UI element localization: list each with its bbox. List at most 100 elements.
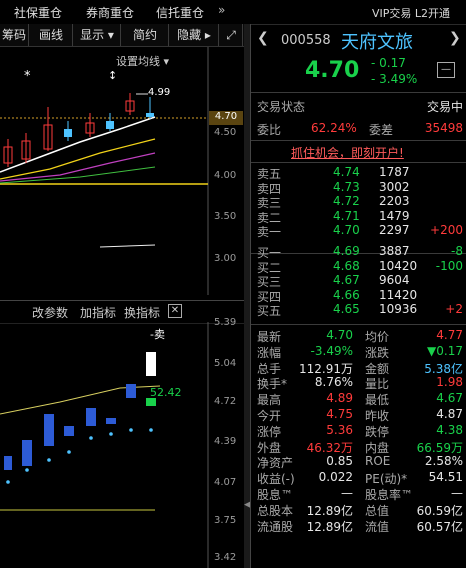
indicator-value-label: 52.42 [150, 386, 182, 399]
axis-label: 4.50 [214, 127, 237, 138]
stat-label: 总股本 [257, 503, 294, 518]
stat-label: 最新 [257, 330, 282, 344]
stat-label: 量比 [365, 377, 390, 392]
stat-value: 4.89 [326, 391, 353, 406]
order-price: 4.74 [333, 165, 360, 179]
stat-label: 金额 [365, 361, 390, 376]
stat-value: 66.59万 [416, 440, 463, 455]
stat-value: — [451, 486, 463, 500]
stat-label: 换手* [257, 377, 288, 392]
stat-label: 昨收 [365, 409, 390, 423]
stat-row: 总股本 12.89亿 总值 60.59亿 [257, 502, 463, 519]
order-volume: 3002 [379, 179, 410, 194]
order-volume: 1479 [379, 208, 410, 223]
stat-value: ▼0.17 [427, 343, 463, 358]
sell-level-row: 卖一 4.70 2297 +200 [257, 223, 463, 240]
close-icon[interactable]: ✕ [168, 304, 182, 318]
stat-value: 112.91万 [299, 361, 353, 376]
chips-button[interactable]: 筹码 [0, 24, 29, 46]
tab-broker[interactable]: 券商重仓 [86, 4, 134, 21]
stat-value: 4.70 [326, 328, 353, 342]
tab-social-security[interactable]: 社保重仓 [14, 4, 62, 21]
collapse-quote-button[interactable]: — [437, 62, 455, 78]
order-diff-label: 委差 [369, 123, 394, 137]
order-change: +2 [445, 302, 463, 317]
stat-value: 1.98 [436, 375, 463, 390]
stat-row: 换手* 8.76% 量比 1.98 [257, 375, 463, 392]
axis-label: 3.00 [214, 253, 237, 264]
indicator-bars [4, 352, 156, 470]
stat-label: 内盘 [365, 440, 390, 455]
axis-label: 4.00 [214, 170, 237, 181]
high-price-marker: 4.99 [148, 87, 171, 98]
top-tab-bar: 社保重仓 券商重仓 信托重仓 » VIP交易 L2开通 [0, 0, 466, 25]
order-price: 4.70 [333, 223, 360, 238]
stat-label: 流值 [365, 519, 390, 534]
add-indicator-button[interactable]: 加指标 [80, 304, 116, 321]
stat-row: 最新 4.70 均价 4.77 [257, 328, 463, 345]
stat-row: 涨停 5.36 跌停 4.38 [257, 423, 463, 440]
stat-value: 60.59亿 [416, 503, 463, 518]
stat-label: ROE [365, 454, 391, 469]
price-change: - 0.17 [371, 56, 406, 70]
prev-stock-icon[interactable]: ❮ [257, 30, 269, 46]
order-volume: 9604 [379, 273, 410, 288]
indicator-svg [0, 322, 209, 568]
axis-label: 3.75 [214, 515, 237, 526]
stat-value: 60.57亿 [416, 519, 463, 534]
order-price: 4.73 [333, 179, 360, 194]
open-account-link[interactable]: 抓住机会，即刻开户! [291, 144, 404, 161]
more-tabs-icon[interactable]: » [218, 3, 225, 17]
stat-label: 今开 [257, 409, 282, 423]
axis-label: 3.50 [214, 211, 237, 222]
stat-value: 4.75 [326, 407, 353, 421]
order-price: 4.72 [333, 194, 360, 209]
order-ratio-row: 委比 62.24% 委差 35498 [257, 121, 463, 138]
trade-status-label: 交易状态 [257, 100, 306, 114]
display-menu-button[interactable]: 显示 ▾ [74, 24, 121, 46]
ma-settings-button[interactable]: 设置均线 ▾ [116, 53, 169, 69]
stat-label: 外盘 [257, 440, 282, 455]
stat-value: 5.36 [326, 422, 353, 437]
vip-trade-link[interactable]: VIP交易 L2开通 [372, 5, 450, 21]
stat-value: 4.38 [436, 422, 463, 437]
kline-chart-svg [0, 47, 209, 295]
hide-button[interactable]: 隐藏 ▸ [170, 24, 219, 46]
stat-label: 均价 [365, 330, 390, 344]
kline-chart[interactable]: 设置均线 ▾ * ↕ 4.99 4.70 4.50 4.00 3.50 3.00 [0, 47, 246, 295]
order-level-label: 卖一 [257, 225, 282, 240]
simple-mode-button[interactable]: 简约 [122, 24, 169, 46]
tab-trust[interactable]: 信托重仓 [156, 4, 204, 21]
ma-flat-line [99, 244, 156, 248]
order-price: 4.67 [333, 273, 360, 288]
stat-value: 4.67 [436, 391, 463, 406]
stat-row: 总手 112.91万 金额 5.38亿 [257, 360, 463, 377]
order-price: 4.68 [333, 258, 360, 273]
stat-label: 股息率™ [365, 488, 414, 502]
order-volume: 3887 [379, 244, 410, 258]
stat-label: 最高 [257, 393, 282, 408]
axis-label: 5.04 [214, 358, 237, 369]
order-volume: 11420 [379, 287, 418, 302]
stat-value: 0.022 [318, 470, 353, 485]
order-price: 4.66 [333, 287, 360, 302]
stat-value: -3.49% [310, 343, 353, 358]
next-stock-icon[interactable]: ❯ [449, 30, 461, 46]
order-volume: 10420 [379, 258, 418, 273]
stat-label: 股息™ [257, 488, 294, 502]
stat-value: — [341, 486, 353, 500]
order-change: +200 [430, 223, 463, 238]
draw-line-button[interactable]: 画线 [30, 24, 73, 46]
axis-label: 4.07 [214, 477, 237, 488]
trade-status-row: 交易状态 交易中 [257, 98, 463, 115]
stat-label: 涨跌 [365, 345, 390, 360]
star-marker: * [24, 69, 31, 84]
switch-indicator-button[interactable]: 换指标 [124, 304, 160, 321]
trade-status-value: 交易中 [426, 100, 463, 114]
axis-label: 4.39 [214, 436, 237, 447]
order-diff-value: 35498 [424, 121, 463, 135]
edit-params-button[interactable]: 改参数 [32, 304, 68, 321]
indicator-panel[interactable]: 改参数 加指标 换指标 ✕ -卖 52.42 5.39 5.04 4.72 4.… [0, 300, 246, 568]
fullscreen-icon[interactable]: ⤢ [220, 24, 243, 46]
stat-label: 最低 [365, 393, 390, 408]
